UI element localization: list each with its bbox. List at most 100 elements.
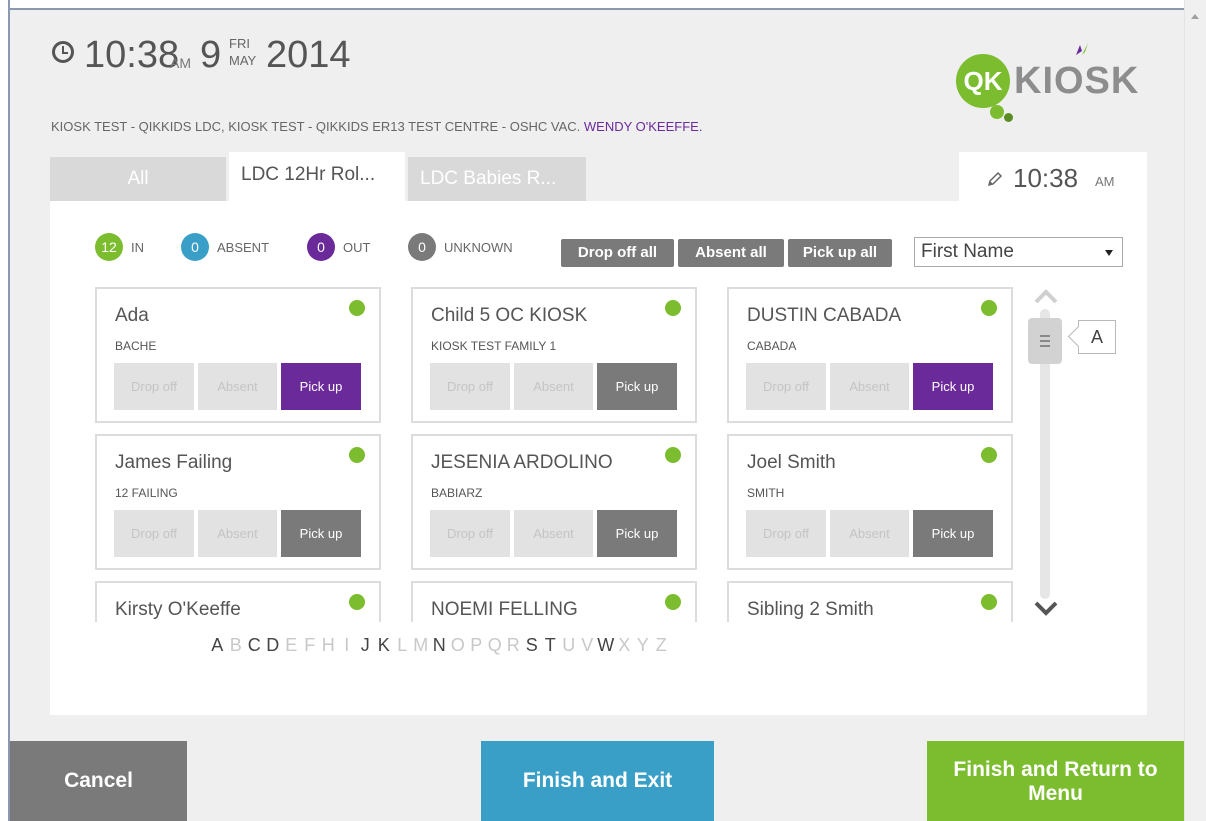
- alphabet-letter-j[interactable]: J: [356, 635, 375, 656]
- alphabet-letter-e: E: [285, 635, 298, 655]
- pick-up-button[interactable]: Pick up: [913, 510, 993, 557]
- alphabet-letter-k[interactable]: K: [375, 635, 394, 656]
- alphabet-letter-z: Z: [655, 635, 667, 655]
- absent-button[interactable]: Absent: [198, 510, 277, 557]
- alphabet-letter-o: O: [450, 635, 465, 655]
- absent-all-button[interactable]: Absent all: [678, 239, 784, 267]
- child-name: Sibling 2 Smith: [747, 599, 874, 620]
- alphabet-letter-d[interactable]: D: [264, 635, 283, 656]
- child-card: JESENIA ARDOLINO BABIARZ Drop off Absent…: [411, 434, 697, 570]
- alphabet-letter-t[interactable]: T: [541, 635, 560, 656]
- drop-off-button[interactable]: Drop off: [114, 510, 194, 557]
- qk-kiosk-logo: QK KIOSK: [940, 35, 1160, 135]
- tab-ldc-12hr[interactable]: LDC 12Hr Rol...: [229, 152, 405, 201]
- window-left-border: [0, 0, 10, 821]
- pick-up-button[interactable]: Pick up: [597, 510, 677, 557]
- status-dot-icon: [349, 594, 365, 610]
- pick-up-button[interactable]: Pick up: [913, 363, 993, 410]
- clock-icon: [52, 41, 74, 63]
- child-family: 12 FAILING: [115, 486, 178, 500]
- list-scroll-thumb[interactable]: [1028, 318, 1062, 364]
- scroll-letter-indicator: A: [1078, 320, 1116, 354]
- status-unknown[interactable]: 0 UNKNOWN: [408, 232, 513, 262]
- logo-badge: QK: [956, 54, 1010, 108]
- status-absent[interactable]: 0 ABSENT: [181, 232, 269, 262]
- logo-bubble-tail: [990, 105, 1004, 119]
- child-name: Child 5 OC KIOSK: [431, 305, 588, 326]
- edit-time-ampm: AM: [1095, 174, 1115, 189]
- child-family: CABADA: [747, 339, 797, 353]
- tab-all[interactable]: All: [50, 157, 226, 201]
- alphabet-letter-v: V: [581, 635, 594, 655]
- logo-word: KIOSK: [1014, 60, 1140, 102]
- alphabet-letter-p: P: [470, 635, 483, 655]
- status-dot-icon: [665, 447, 681, 463]
- sort-select[interactable]: First Name: [914, 237, 1123, 267]
- child-name: DUSTIN CABADA: [747, 305, 902, 326]
- user-name: WENDY O'KEEFFE.: [583, 119, 703, 134]
- alphabet-letter-q: Q: [487, 635, 502, 655]
- child-family: BABIARZ: [431, 486, 483, 500]
- absent-button[interactable]: Absent: [830, 363, 909, 410]
- kiosk-window: 10:38 AM 9 FRI MAY 2014 QK KIOSK KIOSK T…: [0, 0, 1206, 821]
- absent-button[interactable]: Absent: [514, 510, 593, 557]
- header-ampm: AM: [170, 55, 191, 71]
- status-absent-count: 0: [181, 233, 209, 261]
- pick-up-button[interactable]: Pick up: [281, 363, 361, 410]
- status-dot-icon: [981, 300, 997, 316]
- drop-off-button[interactable]: Drop off: [746, 510, 826, 557]
- header-day: 9: [200, 34, 222, 76]
- alphabet-index: ABCDEFHIJKLMNOPQRSTUVWXYZ: [208, 635, 671, 656]
- children-grid[interactable]: Ada BACHE Drop off Absent Pick up Child …: [95, 287, 1030, 622]
- child-card: Sibling 2 Smith: [727, 581, 1013, 622]
- finish-and-return-to-menu-button[interactable]: Finish and Return to Menu: [927, 741, 1184, 821]
- header-time: 10:38: [84, 34, 180, 76]
- child-card: DUSTIN CABADA CABADA Drop off Absent Pic…: [727, 287, 1013, 423]
- finish-and-exit-button[interactable]: Finish and Exit: [481, 741, 714, 821]
- drop-off-button[interactable]: Drop off: [746, 363, 826, 410]
- logo-bubble-tail-small: [1004, 113, 1013, 122]
- alphabet-letter-n[interactable]: N: [430, 635, 449, 656]
- pick-up-button[interactable]: Pick up: [597, 363, 677, 410]
- chevron-up-icon[interactable]: [1033, 287, 1059, 305]
- alphabet-letter-s[interactable]: S: [523, 635, 542, 656]
- absent-button[interactable]: Absent: [514, 363, 593, 410]
- absent-button[interactable]: Absent: [198, 363, 277, 410]
- status-in[interactable]: 12 IN: [95, 232, 144, 262]
- child-name: Kirsty O'Keeffe: [115, 599, 241, 620]
- alphabet-letter-b: B: [229, 635, 242, 655]
- chevron-down-icon[interactable]: [1033, 599, 1059, 617]
- location-text: KIOSK TEST - QIKKIDS LDC, KIOSK TEST - Q…: [51, 119, 584, 134]
- kiosk-main: 10:38 AM 9 FRI MAY 2014 QK KIOSK KIOSK T…: [10, 10, 1184, 821]
- alphabet-letter-c[interactable]: C: [245, 635, 264, 656]
- cancel-button[interactable]: Cancel: [10, 741, 187, 821]
- page-scroll-up-icon[interactable]: [1191, 14, 1199, 19]
- drop-off-button[interactable]: Drop off: [430, 510, 510, 557]
- alphabet-letter-a[interactable]: A: [208, 635, 227, 656]
- header-year: 2014: [266, 34, 351, 76]
- tab-ldc-babies[interactable]: LDC Babies R...: [408, 157, 586, 201]
- child-card: Joel Smith SMITH Drop off Absent Pick up: [727, 434, 1013, 570]
- pick-up-button[interactable]: Pick up: [281, 510, 361, 557]
- alphabet-letter-u: U: [562, 635, 576, 655]
- header-month: MAY: [229, 53, 257, 68]
- pencil-icon[interactable]: [987, 171, 1003, 187]
- page-scrollbar[interactable]: [1184, 0, 1206, 821]
- alphabet-letter-w[interactable]: W: [597, 635, 616, 656]
- pick-up-all-button[interactable]: Pick up all: [788, 239, 892, 267]
- status-dot-icon: [349, 300, 365, 316]
- drop-off-button[interactable]: Drop off: [114, 363, 194, 410]
- absent-button[interactable]: Absent: [830, 510, 909, 557]
- status-unknown-count: 0: [408, 233, 436, 261]
- status-out-count: 0: [307, 233, 335, 261]
- alphabet-letter-r: R: [506, 635, 520, 655]
- status-out[interactable]: 0 OUT: [307, 232, 370, 262]
- location-breadcrumb: KIOSK TEST - QIKKIDS LDC, KIOSK TEST - Q…: [51, 119, 702, 134]
- status-dot-icon: [349, 447, 365, 463]
- drop-off-all-button[interactable]: Drop off all: [561, 239, 674, 267]
- child-name: Joel Smith: [747, 452, 836, 473]
- edit-time-box[interactable]: 10:38 AM: [959, 152, 1147, 201]
- drop-off-button[interactable]: Drop off: [430, 363, 510, 410]
- scroll-letter: A: [1090, 327, 1103, 347]
- child-family: BACHE: [115, 339, 157, 353]
